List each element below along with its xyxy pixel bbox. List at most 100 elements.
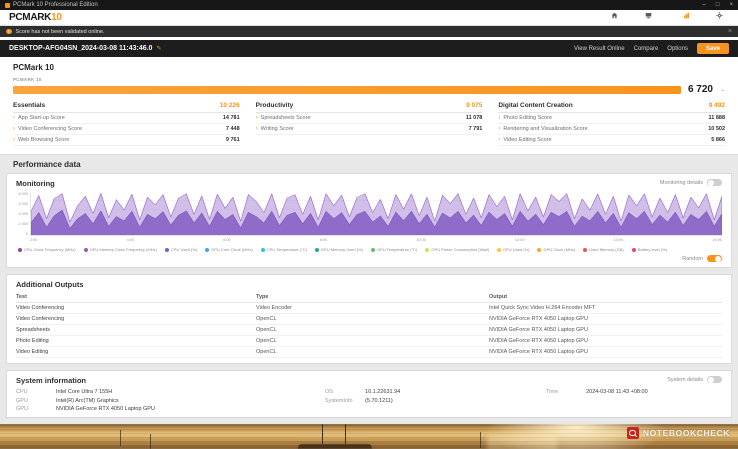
legend-item[interactable]: GPU Temperature (°C) [370,247,417,252]
y-axis-labels: 8 000 6 000 4 000 2 000 0 [18,192,28,236]
additional-outputs-title: Additional Outputs [16,280,84,289]
notification-close-icon[interactable]: × [728,28,732,35]
legend-item[interactable]: GPU Used (%) [497,247,529,252]
chevron-right-icon: › [498,137,501,143]
chart-legend: CPU Clock Frequency (MHz) GPU Memory Clo… [18,247,722,252]
monitoring-details-toggle[interactable] [707,179,722,186]
result-title: DESKTOP-AFG04SN_2024-03-08 11:43:46.0 [9,45,153,52]
result-header-bar: DESKTOP-AFG04SN_2024-03-08 11:43:46.0 ✎ … [0,40,738,57]
save-button[interactable]: Save [696,43,729,54]
legend-item[interactable]: GPU Memory Clock Frequency (MHz) [83,247,157,252]
test-row-rendering[interactable]: › Rendering and Visualization Score 10 502 [498,124,726,135]
legend-item[interactable]: Battery level (%) [631,247,667,252]
chevron-right-icon: › [255,126,258,132]
chevron-right-icon: › [255,115,258,121]
sysinfo-column-right: Time 2024-03-08 11:43 +08:00 [546,389,722,412]
legend-dot-icon [83,247,88,252]
test-row-writing[interactable]: › Writing Score 7 791 [255,124,483,135]
legend-dot-icon [164,247,169,252]
result-actions: View Result Online Compare Options Save [574,43,729,54]
group-score: 9 492 [708,102,726,109]
window-title: PCMark 10 Professional Edition [13,2,98,8]
legend-dot-icon [260,247,265,252]
monitoring-card: Monitoring Monitoring details 8 000 6 00… [6,173,732,268]
group-name: Essentials [13,102,46,109]
sysinfo-row-os: OS 10.1.22631.94 [325,389,401,395]
test-row-photo-editing[interactable]: › Photo Editing Score 11 888 [498,113,726,124]
group-name: Digital Content Creation [498,102,573,109]
benchmarks-icon [645,6,652,24]
test-row-app-startup[interactable]: › App Start-up Score 14 781 [13,113,240,124]
legend-dot-icon [631,247,636,252]
total-score: 6 720 [687,84,713,95]
table-row: Video Conferencing Video Encoder Intel Qui… [16,302,722,314]
test-row-video-editing[interactable]: › Video Editing Score 5 866 [498,135,726,146]
system-details-label: System details [667,376,703,383]
group-score: 9 075 [466,102,483,109]
notebookcheck-watermark: NOTEBOOKCHECK [626,427,730,439]
pcmark-logo: PCMARK10 [9,12,62,23]
legend-dot-icon [205,247,210,252]
test-row-video-conferencing[interactable]: › Video Conferencing Score 7 448 [13,124,240,135]
results-icon [683,6,690,24]
score-group-essentials: Essentials 10 226 › App Start-up Score 14 … [13,102,240,146]
legend-item[interactable]: GPU Core Clock (MHz) [205,247,253,252]
legend-item[interactable]: CPU Clock Frequency (MHz) [18,247,76,252]
background-photo: NOTEBOOKCHECK [0,424,738,449]
sysinfo-column-middle: OS 10.1.22631.94 SystemInfo (5.70.1211) [325,389,536,412]
pcmark-score-bar [13,85,681,94]
legend-item[interactable]: Used Memory (GB) [583,247,624,252]
chevron-right-icon: › [13,126,15,132]
legend-item[interactable]: GPU Memory Used (%) [314,247,363,252]
view-result-online-button[interactable]: View Result Online [574,46,625,52]
system-info-card: System information System details CPU Int… [6,370,732,418]
legend-dot-icon [497,247,502,252]
legend-dot-icon [314,247,319,252]
random-toggle[interactable] [707,255,722,262]
monitoring-details-label: Monitoring details [659,179,703,186]
chevron-right-icon: › [498,115,501,121]
column-header-type: Type [256,292,489,303]
legend-item[interactable]: CPU Temperature (°C) [260,247,307,252]
score-groups: Essentials 10 226 › App Start-up Score 14 … [13,102,726,146]
app-icon [5,2,10,8]
edit-pencil-icon[interactable]: ✎ [156,45,161,52]
score-group-digital-content-creation: Digital Content Creation 9 492 › Photo Ed… [498,102,726,146]
test-row-spreadsheets[interactable]: › Spreadsheets Score 11 078 [255,113,483,124]
compare-button[interactable]: Compare [634,46,659,52]
outputs-table: Test Type Output Video Conferencing Video… [16,292,722,358]
chevron-right-icon: › [13,137,15,143]
chevron-right-icon: › [498,126,501,132]
performance-data-heading: Performance data [13,160,81,169]
legend-item[interactable]: CPU Used (%) [164,247,197,252]
system-details-toggle[interactable] [707,376,722,383]
notification-text: Score has not been validated online. [15,28,105,35]
legend-item[interactable]: GPU Power Consumption (Watt) [425,247,489,252]
chevron-down-icon[interactable]: ⌄ [720,86,725,93]
column-header-test: Test [16,292,257,303]
legend-item[interactable]: GPU Clock (MHz) [537,247,575,252]
legend-dot-icon [583,247,588,252]
table-row: Spreadsheets OpenCL NVIDIA GeForce RTX 405… [16,324,722,336]
table-row: Video Editing OpenCL NVIDIA GeForce RTX 40… [16,346,722,358]
magnifier-icon [626,427,639,439]
table-row: Photo Editing OpenCL NVIDIA GeForce RTX 40… [16,335,722,347]
chevron-right-icon: › [13,115,15,121]
monitoring-chart [30,192,722,236]
system-info-title: System information [16,376,87,385]
notification-bar: ! Score has not been validated online. × [0,26,738,37]
close-button[interactable]: × [729,0,733,10]
app-header: PCMARK10 HOME BENCHMARKS RESULTS OPTIONS [0,10,738,30]
pcmark-score-label: PCMARK 10 [13,77,42,82]
legend-dot-icon [370,247,375,252]
table-row: Video Conferencing OpenCL NVIDIA GeForce R… [16,313,722,325]
x-axis-labels: 2:00 4:00 6:00 8:00 10:00 12:00 14:00 16… [30,238,722,242]
column-header-output: Output [489,292,722,303]
sysinfo-row-cpu: CPU Intel Core Ultra 7 155H [16,389,113,395]
monitoring-title: Monitoring [16,179,55,188]
sysinfo-row-gpu1: GPU Intel(R) Arc(TM) Graphics [16,397,119,404]
legend-dot-icon [425,247,430,252]
score-group-productivity: Productivity 9 075 › Spreadsheets Score 11… [255,102,483,146]
test-row-web-browsing[interactable]: › Web Browsing Score 9 761 [13,135,240,146]
options-button[interactable]: Options [667,46,688,52]
